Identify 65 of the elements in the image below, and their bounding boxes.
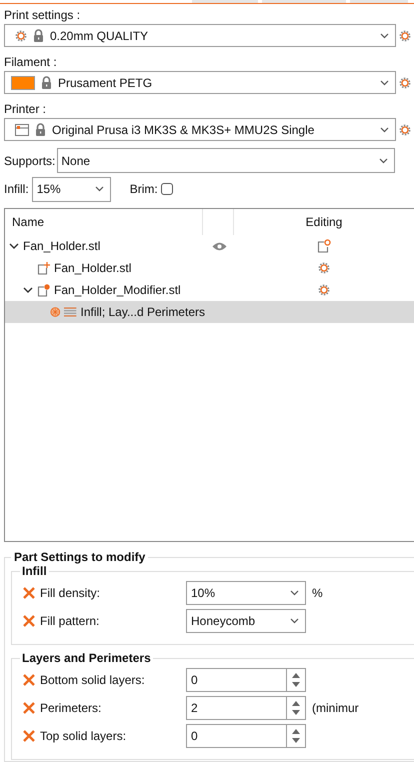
preset-label: Printer : (3, 103, 48, 116)
chevron-down-icon (380, 32, 389, 38)
lock-icon (35, 123, 46, 136)
supports-label: Supports: (4, 154, 56, 168)
spin-field[interactable]: 0 (186, 724, 306, 748)
option-label: Top solid layers: (40, 729, 128, 743)
brim-checkbox[interactable] (160, 183, 173, 195)
gear-icon (318, 284, 330, 296)
tree-item-name: Infill; Lay...d Perimeters (80, 305, 205, 319)
preset-combo[interactable]: 0.20mm QUALITY (4, 24, 396, 47)
tree-row[interactable]: Infill; Lay...d Perimeters (5, 301, 414, 323)
chevron-down-icon (380, 80, 389, 86)
preset-label: Print settings : (3, 9, 82, 22)
reset-x-icon[interactable] (22, 729, 36, 743)
column-header[interactable]: Name (5, 215, 202, 229)
option-label: Fill pattern: (40, 614, 100, 628)
reset-x-icon[interactable] (22, 586, 36, 600)
option-label: Perimeters: (40, 701, 102, 715)
part-icon (37, 262, 50, 274)
edit-preset-gear-icon (399, 124, 411, 136)
option-combo[interactable]: 10% (186, 581, 306, 605)
modifier-icon (37, 284, 50, 296)
printer-window-icon (15, 124, 29, 136)
tree-item-name: Fan_Holder.stl (23, 239, 100, 253)
infill-combo[interactable]: 15% (32, 176, 111, 202)
tree-row[interactable]: Fan_Holder.stl (5, 257, 414, 279)
object-settings-icon[interactable] (317, 239, 331, 253)
brim-label: Brim: (130, 182, 158, 196)
option-label: Bottom solid layers: (40, 673, 146, 687)
reset-x-icon[interactable] (22, 701, 36, 715)
tree-item-name: Fan_Holder.stl (54, 261, 132, 275)
chevron-down-icon (379, 158, 388, 164)
preset-label: Filament : (3, 56, 58, 69)
group-title: Infill (21, 564, 48, 578)
lock-icon (33, 29, 44, 42)
preset-combo[interactable]: Original Prusa i3 MK3S & MK3S+ MMU2S Single (4, 118, 396, 141)
edit-preset-gear-icon (399, 76, 411, 88)
chevron-down-icon (290, 618, 299, 624)
layers-icon (64, 306, 76, 318)
chevron-down-icon (290, 590, 299, 596)
print-gear-icon (15, 30, 27, 42)
eye-icon[interactable] (212, 242, 226, 250)
edit-preset-gear-icon (399, 30, 411, 42)
spin-field[interactable]: 0 (186, 668, 306, 692)
tree-row[interactable]: Fan_Holder.stl (5, 235, 414, 257)
gear-icon (318, 262, 330, 274)
column-header[interactable]: Editing (233, 209, 414, 235)
unit-label: (minimur (312, 701, 359, 715)
unit-label: % (312, 586, 323, 600)
settings-hatch-icon (50, 306, 60, 318)
option-combo[interactable]: Honeycomb (186, 609, 306, 633)
part-settings-title: Part Settings to modify (13, 550, 146, 564)
infill-label: Infill: (4, 182, 29, 196)
reset-x-icon[interactable] (22, 673, 36, 687)
spin-field[interactable]: 2 (186, 696, 306, 720)
reset-x-icon[interactable] (22, 614, 36, 628)
chevron-down-icon (94, 186, 104, 192)
supports-combo[interactable]: None (57, 148, 396, 173)
tree-row[interactable]: Fan_Holder_Modifier.stl (5, 279, 414, 301)
tree-item-name: Fan_Holder_Modifier.stl (54, 283, 181, 297)
group-title: Layers and Perimeters (21, 651, 152, 665)
chevron-down-icon (380, 126, 389, 132)
lock-icon (41, 76, 52, 89)
option-label: Fill density: (40, 586, 102, 600)
preset-combo[interactable]: Prusament PETG (4, 71, 396, 94)
